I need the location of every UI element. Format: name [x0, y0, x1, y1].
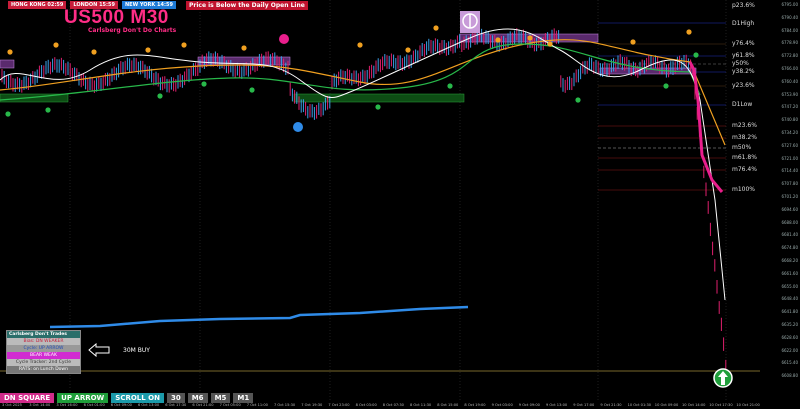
price-tick: 6674.80	[781, 245, 798, 251]
time-tick: 10 Oct 14:00	[682, 403, 706, 407]
price-tick: 6766.00	[781, 66, 798, 71]
time-tick: 8 Oct 03:00	[355, 403, 377, 407]
time-tick: 10 Oct 01:30	[627, 403, 652, 407]
time-tick: 7 Oct 15:30	[274, 403, 296, 407]
price-tick: 6721.00	[781, 155, 798, 161]
time-tick: 8 Oct 15:00	[437, 403, 459, 407]
time-tick: 9 Oct 17:00	[573, 403, 595, 407]
up-arrow-button[interactable]: UP ARROW	[57, 393, 109, 403]
price-tick: 6778.90	[781, 40, 798, 46]
price-tick: 6608.80	[781, 373, 798, 379]
trade-panel: Carlsberg Don't Trades Bias: DN WEAKER C…	[6, 330, 81, 374]
time-tick: 8 Oct 11:30	[410, 403, 432, 407]
time-tick: 8 Oct 07:30	[382, 403, 404, 407]
time-tick: 6 Oct 09:00	[110, 403, 132, 407]
price-tick: 6784.00	[781, 27, 798, 33]
fib-label: m23.6%	[732, 122, 757, 129]
time-tick: 9 Oct 09:00	[518, 403, 540, 407]
time-tick: 10 Oct 21:00	[736, 403, 760, 407]
tf-m5-button[interactable]: M5	[210, 393, 231, 403]
price-tick: 6635.20	[781, 322, 798, 327]
fib-label: y23.6%	[732, 82, 755, 89]
time-axis: 3 Oct 2025 3 Oct 14:00 3 Oct 16:00 6 Oct 01…	[0, 403, 800, 409]
price-tick: 6694.60	[781, 206, 798, 212]
fib-label: m50%	[732, 144, 752, 151]
price-tick: 6648.40	[781, 296, 798, 302]
session-hongkong: HONG KONG 02:59	[8, 1, 67, 9]
price-tick: 6661.60	[781, 270, 798, 276]
time-tick: 10 Oct 09:00	[654, 403, 679, 407]
price-tick: 6740.80	[781, 117, 798, 123]
dn-square-button[interactable]: DN SQUARE	[0, 393, 55, 403]
price-tick: 6714.40	[781, 168, 798, 174]
price-tick: 6668.20	[781, 258, 798, 263]
button-bar: DN SQUARE UP ARROW SCROLL ON 30 M6 M5 M1	[0, 393, 254, 403]
price-tick: 6688.00	[781, 219, 798, 225]
price-tick: 6795.00	[781, 2, 798, 7]
price-tick: 6655.00	[781, 283, 798, 289]
fib-label: y61.8%	[732, 52, 755, 59]
price-tick: 6734.20	[781, 130, 798, 135]
fib-label: D1Low	[732, 101, 753, 108]
price-tick: 6641.80	[781, 309, 798, 315]
panel-title: Carlsberg Don't Trades	[7, 331, 80, 338]
price-chart[interactable]	[0, 0, 800, 409]
time-tick: 3 Oct 2025	[2, 403, 22, 407]
time-tick: 6 Oct 17:30	[165, 403, 187, 407]
price-tick: 6760.40	[781, 78, 798, 84]
fib-label: y76.4%	[732, 40, 755, 47]
price-tick: 6701.20	[781, 194, 798, 199]
price-tick: 6727.60	[781, 142, 798, 148]
price-tick: 6753.90	[781, 91, 798, 97]
tf-m1-button[interactable]: M1	[233, 393, 254, 403]
chart-subtitle: Carlsberg Don't Do Charts	[88, 27, 177, 34]
price-tick: 6681.40	[781, 232, 798, 238]
time-tick: 6 Oct 13:00	[138, 403, 160, 407]
price-tick: 6747.20	[781, 104, 798, 110]
time-tick: 7 Oct 19:30	[301, 403, 323, 407]
time-tick: 7 Oct 05:00	[219, 403, 241, 407]
time-tick: 7 Oct 23:00	[328, 403, 350, 407]
time-tick: 3 Oct 16:00	[56, 403, 78, 407]
fib-label: m38.2%	[732, 134, 757, 141]
price-tick: 6622.00	[781, 347, 798, 353]
panel-bias: Bias: DN WEAKER	[7, 338, 80, 345]
time-tick: 10 Oct 17:30	[709, 403, 733, 407]
fib-label: y50%	[732, 60, 749, 67]
panel-rats: RATS: on Lunch Down	[7, 366, 80, 373]
price-tick: 6628.60	[781, 334, 798, 340]
tf-m6-button[interactable]: M6	[187, 393, 208, 403]
fib-label: p23.6%	[732, 2, 755, 9]
time-tick: 6 Oct 01:00	[83, 403, 105, 407]
fib-label: m61.8%	[732, 154, 757, 161]
daily-open-warning: Price is Below the Daily Open Line	[186, 1, 308, 10]
fib-label: D1High	[732, 20, 755, 27]
time-tick: 9 Oct 03:00	[491, 403, 513, 407]
fib-label: m100%	[732, 186, 755, 193]
price-tick: 6707.80	[781, 181, 798, 187]
time-tick: 6 Oct 21:00	[192, 403, 214, 407]
time-tick: 7 Oct 11:00	[246, 403, 268, 407]
left-arrow-icon	[88, 343, 110, 357]
panel-bear: BEAR WEAK	[7, 352, 80, 359]
fib-label: m76.4%	[732, 166, 757, 173]
symbol-title: US500 M30	[64, 7, 169, 28]
price-tick: 6790.40	[781, 14, 798, 20]
panel-cycle: Cycle: UP ARROW	[7, 345, 80, 352]
time-tick: 9 Oct 13:00	[546, 403, 568, 407]
time-tick: 9 Oct 21:30	[600, 403, 622, 407]
price-tick: 6772.80	[781, 53, 798, 59]
tf-30-button[interactable]: 30	[166, 393, 185, 403]
time-tick: 8 Oct 19:00	[464, 403, 486, 407]
scroll-button[interactable]: SCROLL ON	[111, 393, 164, 403]
fib-label: y38.2%	[732, 68, 755, 75]
panel-tracker: Cycle Tracker: 2nd Cycle	[7, 359, 80, 366]
time-tick: 3 Oct 14:00	[29, 403, 51, 407]
signal-label: 30M BUY	[123, 347, 150, 354]
price-tick: 6615.40	[781, 360, 798, 366]
